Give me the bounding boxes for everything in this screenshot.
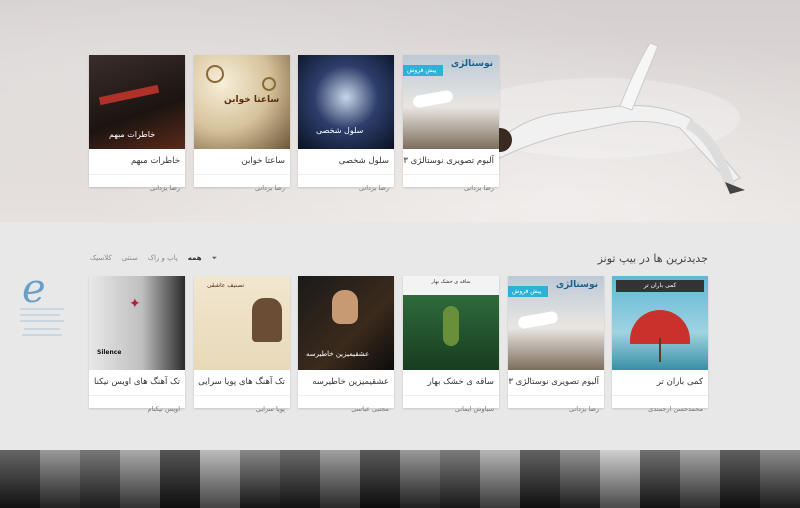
cover-text: نوستالژی — [450, 59, 493, 69]
artist-photo[interactable] — [640, 450, 680, 508]
album-artist[interactable]: رضا یزدانی — [508, 395, 604, 413]
album-title[interactable]: آلبوم تصویری نوستالژی ۳ — [403, 149, 499, 166]
album-cover[interactable]: سلول شخصی — [298, 55, 394, 149]
levitating-person-image — [460, 42, 745, 194]
album-artist[interactable]: محمدحسن ارجمندی — [612, 395, 708, 413]
artist-photo[interactable] — [200, 450, 240, 508]
cover-text: خاطرات مبهم — [109, 130, 156, 139]
album-title[interactable]: تک آهنگ های اویس نیکنا — [89, 370, 185, 387]
album-artist[interactable]: مجتبی عباسی — [298, 395, 394, 413]
album-cover[interactable]: ✦ Silence — [89, 276, 185, 370]
artist-photo-strip — [0, 450, 800, 508]
artist-photo[interactable] — [680, 450, 720, 508]
filter-traditional[interactable]: سنتی — [122, 254, 138, 263]
enamad-trust-badge[interactable]: e — [14, 262, 70, 344]
new-card-3[interactable]: ساقه ی خشک بهار ساقه ی خشک بهار سیاوش ای… — [403, 276, 499, 413]
artist-photo[interactable] — [240, 450, 280, 508]
artist-photo[interactable] — [480, 450, 520, 508]
artist-photo[interactable] — [160, 450, 200, 508]
album-artist[interactable]: رضا یزدانی — [403, 174, 499, 192]
album-title[interactable]: کمی باران تر — [612, 370, 708, 387]
filter-pop-rock[interactable]: پاپ و راک — [148, 254, 178, 263]
album-artist[interactable]: اویس نیکنام — [89, 395, 185, 413]
album-artist[interactable]: سیاوش ایمانی — [403, 395, 499, 413]
album-cover[interactable]: عشقیمیزین خاطیرسه — [298, 276, 394, 370]
album-cover[interactable]: ساقه ی خشک بهار — [403, 276, 499, 370]
artist-photo[interactable] — [360, 450, 400, 508]
new-card-2[interactable]: پیش فروش نوستالژی آلبوم تصویری نوستالژی … — [508, 276, 604, 413]
album-artist[interactable]: رضا یزدانی — [89, 174, 185, 192]
new-releases-section: جدیدترین ها در بیپ تونز کلاسیک سنتی پاپ … — [0, 222, 800, 450]
cover-text: نوستالژی — [555, 280, 598, 290]
genre-filters: کلاسیک سنتی پاپ و راک همه ⏷ — [90, 254, 217, 263]
section-title: جدیدترین ها در بیپ تونز — [597, 252, 708, 265]
new-card-1[interactable]: کمی باران تر کمی باران تر محمدحسن ارجمند… — [612, 276, 708, 413]
artist-photo[interactable] — [80, 450, 120, 508]
cover-text: ساعتا خوابن — [224, 95, 280, 105]
album-cover[interactable]: خاطرات مبهم — [89, 55, 185, 149]
artist-photo[interactable] — [40, 450, 80, 508]
album-artist[interactable]: پویا سرایی — [194, 395, 290, 413]
artist-photo[interactable] — [520, 450, 560, 508]
album-cover[interactable]: پیش فروش نوستالژی — [508, 276, 604, 370]
hero-card-2[interactable]: سلول شخصی سلول شخصی رضا یزدانی — [298, 55, 394, 192]
hero-card-1[interactable]: پیش فروش نوستالژی آلبوم تصویری نوستالژی … — [403, 55, 499, 192]
album-artist[interactable]: رضا یزدانی — [194, 174, 290, 192]
album-cover[interactable]: ساعتا خوابن — [194, 55, 290, 149]
presale-ribbon: پیش فروش — [403, 65, 444, 76]
artist-photo[interactable] — [760, 450, 800, 508]
album-title[interactable]: سلول شخصی — [298, 149, 394, 166]
cover-text: ساقه ی خشک بهار — [431, 279, 471, 285]
hero-card-3[interactable]: ساعتا خوابن ساعتا خوابن رضا یزدانی — [194, 55, 290, 192]
new-card-5[interactable]: تصنیف عاشقی تک آهنگ های پویا سرایی پویا … — [194, 276, 290, 413]
album-title[interactable]: خاطرات مبهم — [89, 149, 185, 166]
filter-classic[interactable]: کلاسیک — [90, 254, 112, 263]
album-title[interactable]: تک آهنگ های پویا سرایی — [194, 370, 290, 387]
artist-photo[interactable] — [400, 450, 440, 508]
new-card-4[interactable]: عشقیمیزین خاطیرسه عشقیمیزین خاطیرسه مجتب… — [298, 276, 394, 413]
svg-text:e: e — [22, 266, 46, 312]
album-title[interactable]: آلبوم تصویری نوستالژی ۳ — [508, 370, 604, 387]
new-card-6[interactable]: ✦ Silence تک آهنگ های اویس نیکنا اویس نی… — [89, 276, 185, 413]
cover-text: تصنیف عاشقی — [206, 282, 244, 289]
album-title[interactable]: ساعتا خوابن — [194, 149, 290, 166]
album-cover[interactable]: کمی باران تر — [612, 276, 708, 370]
artist-photo[interactable] — [0, 450, 40, 508]
album-cover[interactable]: تصنیف عاشقی — [194, 276, 290, 370]
artist-photo[interactable] — [440, 450, 480, 508]
cover-text: کمی باران تر — [616, 280, 704, 292]
album-title[interactable]: عشقیمیزین خاطیرسه — [298, 370, 394, 387]
album-title[interactable]: ساقه ی خشک بهار — [403, 370, 499, 387]
album-cover[interactable]: پیش فروش نوستالژی — [403, 55, 499, 149]
artist-photo[interactable] — [560, 450, 600, 508]
cover-text: عشقیمیزین خاطیرسه — [306, 350, 370, 358]
artist-photo[interactable] — [280, 450, 320, 508]
filter-all[interactable]: همه — [188, 254, 202, 263]
presale-ribbon: پیش فروش — [508, 286, 549, 297]
cover-text: سلول شخصی — [316, 126, 364, 135]
hero-banner: پیش فروش نوستالژی آلبوم تصویری نوستالژی … — [0, 0, 800, 222]
artist-photo[interactable] — [600, 450, 640, 508]
cover-text: Silence — [97, 349, 122, 356]
artist-photo[interactable] — [120, 450, 160, 508]
artist-photo[interactable] — [320, 450, 360, 508]
filter-icon: ⏷ — [211, 254, 218, 262]
artist-photo[interactable] — [720, 450, 760, 508]
album-artist[interactable]: رضا یزدانی — [298, 174, 394, 192]
hero-card-4[interactable]: خاطرات مبهم خاطرات مبهم رضا یزدانی — [89, 55, 185, 192]
